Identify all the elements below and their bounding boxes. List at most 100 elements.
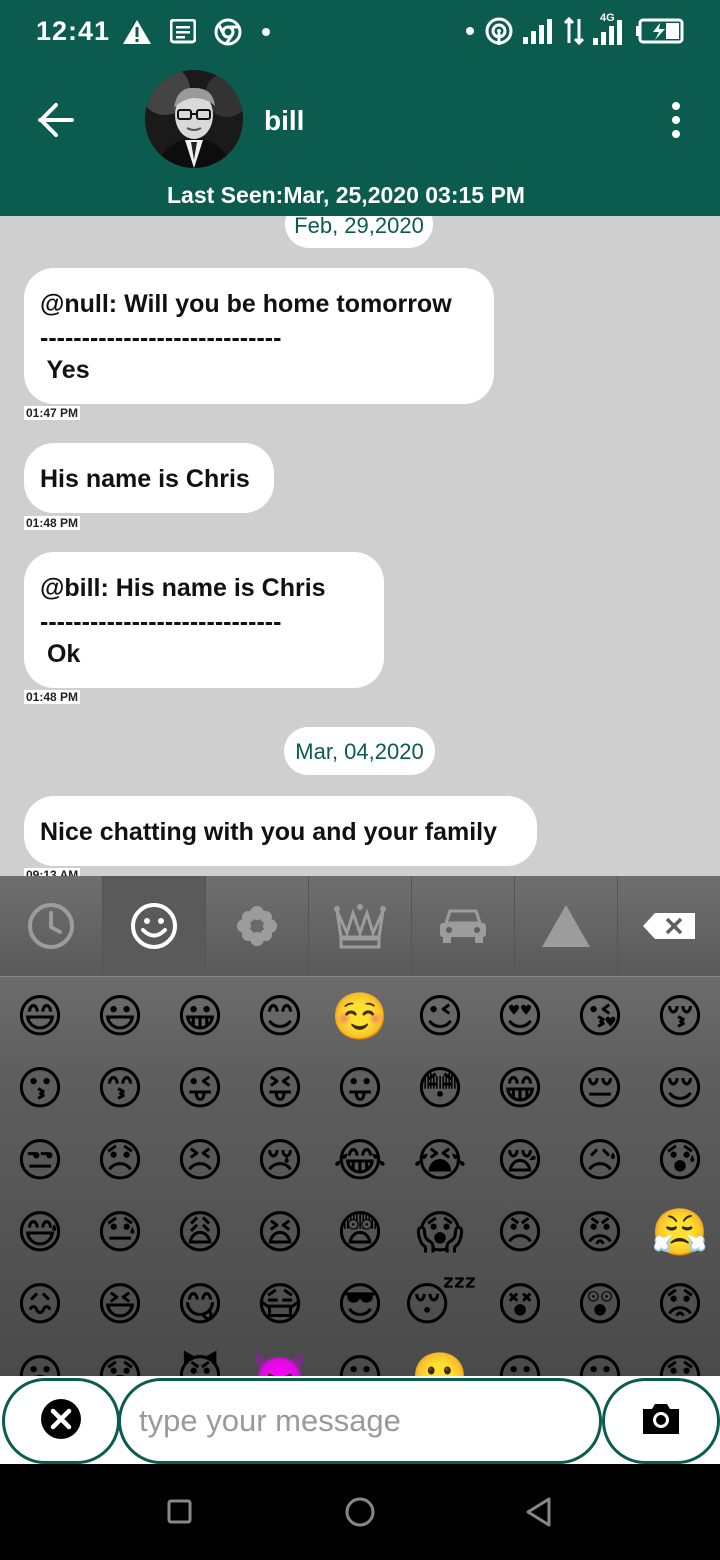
emoji-key[interactable]: 😠: [480, 1196, 560, 1268]
emoji-key[interactable]: 😚: [640, 980, 720, 1052]
camera-icon: [643, 1404, 679, 1434]
emoji-key[interactable]: 😌: [640, 1052, 720, 1124]
emoji-key[interactable]: 😊: [240, 980, 320, 1052]
emoji-key[interactable]: 😄: [0, 980, 80, 1052]
message-bubble[interactable]: His name is Chris: [24, 443, 274, 513]
emoji-key[interactable]: 😤: [640, 1196, 720, 1268]
chat-area[interactable]: Feb, 29,2020 @null: Will you be home tom…: [0, 216, 720, 876]
back-nav-icon[interactable]: [524, 1496, 554, 1528]
dot-icon: [466, 27, 474, 35]
camera-button[interactable]: [602, 1378, 720, 1464]
emoji-key[interactable]: 😢: [240, 1124, 320, 1196]
emoji-key[interactable]: 😱: [400, 1196, 480, 1268]
emoji-backspace[interactable]: [618, 876, 720, 976]
emoji-category-symbols[interactable]: [515, 876, 618, 976]
more-options-icon[interactable]: [664, 100, 688, 140]
smiley-icon: [131, 903, 177, 949]
message-input[interactable]: [137, 1397, 581, 1445]
emoji-category-recent[interactable]: [0, 876, 103, 976]
emoji-key[interactable]: 😩: [160, 1196, 240, 1268]
emoji-key[interactable]: 😞: [80, 1124, 160, 1196]
message-text: Ok: [40, 640, 81, 668]
message-text: @bill: His name is Chris: [40, 574, 326, 602]
close-emoji-button[interactable]: [2, 1378, 120, 1464]
emoji-key[interactable]: 👿: [240, 1340, 320, 1376]
emoji-key[interactable]: 😪: [480, 1124, 560, 1196]
emoji-key[interactable]: 😋: [160, 1268, 240, 1340]
emoji-key[interactable]: 😘: [560, 980, 640, 1052]
emoji-key[interactable]: 😅: [0, 1196, 80, 1268]
message-text: His name is Chris: [40, 465, 250, 493]
emoji-category-smileys[interactable]: [103, 876, 206, 976]
emoji-category-objects[interactable]: [309, 876, 412, 976]
emoji-key[interactable]: 😒: [0, 1124, 80, 1196]
emoji-key[interactable]: 😥: [560, 1124, 640, 1196]
emoji-grid: 😄 😃 😀 😊 ☺️ 😉 😍 😘 😚 😗 😙 😜 😝 😛 😳 😁 😔 😌 😒 😞 😣 😢 😂 😭 😪 😥 😰 😅 😓 😩 😫 😨 😱 😠 😡 😤 😖 😆 😋…: [0, 980, 720, 1376]
message-text: Yes: [40, 356, 90, 384]
emoji-key[interactable]: 😳: [400, 1052, 480, 1124]
emoji-key[interactable]: 😃: [80, 980, 160, 1052]
emoji-key[interactable]: 😮: [320, 1340, 400, 1376]
emoji-key[interactable]: 😓: [80, 1196, 160, 1268]
emoji-key[interactable]: 😷: [240, 1268, 320, 1340]
emoji-key[interactable]: 😈: [160, 1340, 240, 1376]
emoji-key[interactable]: 😫: [240, 1196, 320, 1268]
emoji-key[interactable]: 😛: [320, 1052, 400, 1124]
message-composer: [0, 1376, 720, 1464]
status-bar: 12:41 4G: [0, 0, 720, 62]
emoji-key[interactable]: 😁: [480, 1052, 560, 1124]
emoji-key[interactable]: 😍: [480, 980, 560, 1052]
contact-avatar[interactable]: [145, 70, 243, 168]
emoji-key[interactable]: 😧: [80, 1340, 160, 1376]
message-bubble[interactable]: @bill: His name is Chris ---------------…: [24, 552, 384, 688]
emoji-key[interactable]: 😐: [480, 1340, 560, 1376]
emoji-key[interactable]: 😕: [560, 1340, 640, 1376]
emoji-key[interactable]: 😉: [400, 980, 480, 1052]
emoji-key[interactable]: 😵: [480, 1268, 560, 1340]
emoji-category-nature[interactable]: [206, 876, 309, 976]
message-time: 01:48 PM: [24, 516, 81, 530]
emoji-category-places[interactable]: [412, 876, 515, 976]
emoji-key[interactable]: 😲: [560, 1268, 640, 1340]
emoji-key[interactable]: 😜: [160, 1052, 240, 1124]
emoji-key[interactable]: 😀: [160, 980, 240, 1052]
hotspot-icon: [485, 17, 513, 45]
emoji-key[interactable]: 😗: [0, 1052, 80, 1124]
flower-icon: [237, 906, 277, 946]
recent-icon: [28, 903, 74, 949]
system-nav-bar: [0, 1464, 720, 1560]
emoji-key[interactable]: 😴: [400, 1268, 480, 1340]
message-bubble[interactable]: Nice chatting with you and your family: [24, 796, 537, 866]
emoji-key[interactable]: 😣: [160, 1124, 240, 1196]
date-separator: Feb, 29,2020: [285, 216, 433, 248]
emoji-key[interactable]: 😯: [640, 1340, 720, 1376]
emoji-key[interactable]: 😎: [320, 1268, 400, 1340]
emoji-category-bar: [0, 876, 720, 976]
emoji-key[interactable]: 😖: [0, 1268, 80, 1340]
emoji-key[interactable]: 😝: [240, 1052, 320, 1124]
recents-nav-icon[interactable]: [166, 1498, 194, 1526]
emoji-key[interactable]: 😭: [400, 1124, 480, 1196]
emoji-key[interactable]: ☺️: [320, 980, 400, 1052]
date-separator: Mar, 04,2020: [284, 727, 435, 775]
crown-icon: [334, 904, 386, 949]
emoji-key[interactable]: 😦: [0, 1340, 80, 1376]
emoji-key[interactable]: 😆: [80, 1268, 160, 1340]
emoji-key[interactable]: 😡: [560, 1196, 640, 1268]
contact-name[interactable]: bill: [264, 105, 304, 137]
emoji-key[interactable]: 😟: [640, 1268, 720, 1340]
emoji-key[interactable]: 😬: [400, 1340, 480, 1376]
home-nav-icon[interactable]: [344, 1496, 376, 1528]
last-seen: Last Seen:Mar, 25,2020 03:15 PM: [167, 182, 525, 208]
emoji-key[interactable]: 😔: [560, 1052, 640, 1124]
back-arrow-icon[interactable]: [36, 100, 76, 140]
message-input-container[interactable]: [118, 1378, 602, 1464]
chat-header: bill Last Seen:Mar, 25,2020 03:15 PM: [0, 62, 720, 216]
message-bubble[interactable]: @null: Will you be home tomorrow -------…: [24, 268, 494, 404]
emoji-key[interactable]: 😰: [640, 1124, 720, 1196]
emoji-key[interactable]: 😨: [320, 1196, 400, 1268]
close-icon: [41, 1399, 81, 1439]
emoji-key[interactable]: 😂: [320, 1124, 400, 1196]
message-text: @null: Will you be home tomorrow: [40, 290, 452, 318]
emoji-key[interactable]: 😙: [80, 1052, 160, 1124]
